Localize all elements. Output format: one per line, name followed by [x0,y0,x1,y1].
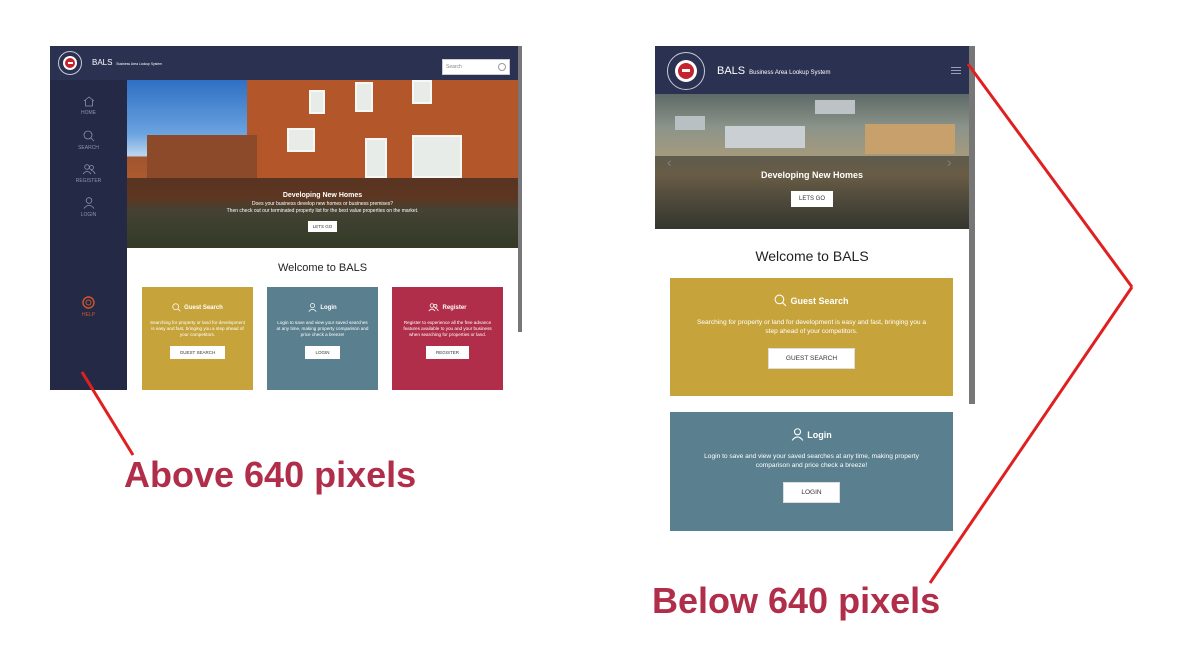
annotation-line-mobile-bottom [928,286,1134,584]
annotation-above-640: Above 640 pixels [124,454,417,495]
annotation-line-desktop [80,371,135,456]
screenshot-canvas: BALS Business Area Lookup System Search H… [0,0,1180,658]
annotation-arrows [80,63,1134,584]
annotation-below-640: Below 640 pixels [652,580,941,621]
annotation-line-mobile-top [966,63,1134,288]
